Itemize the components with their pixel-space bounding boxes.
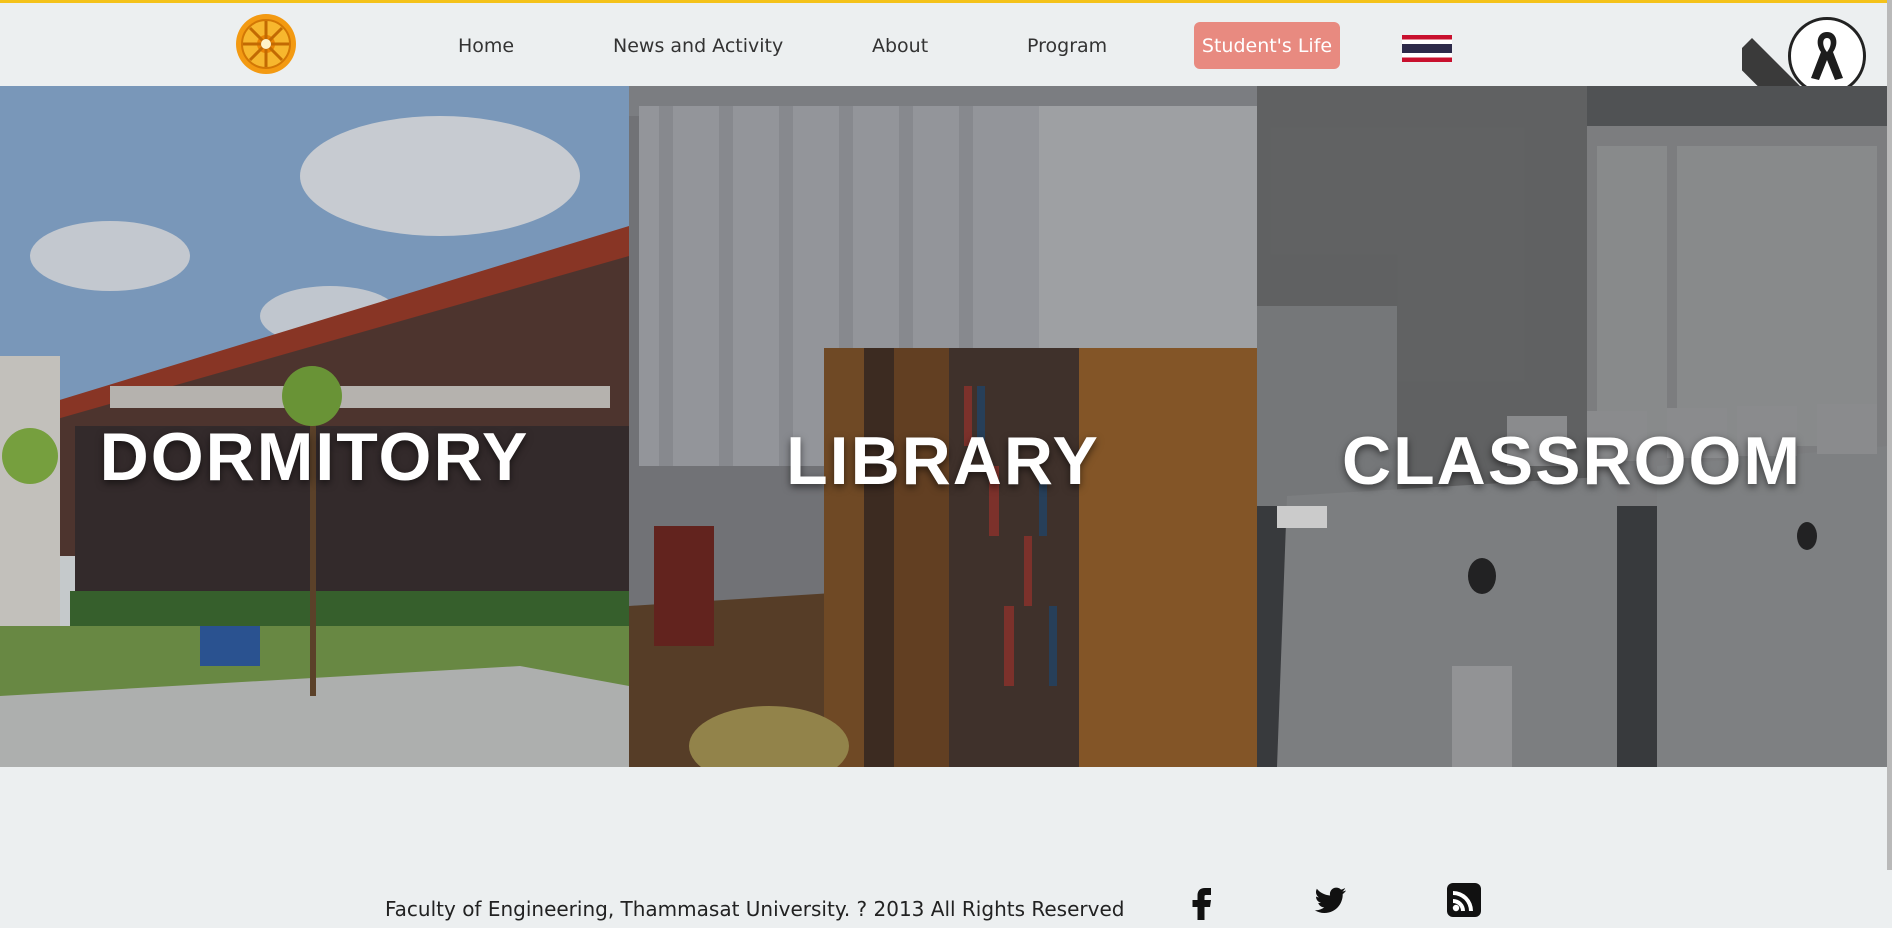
- thai-flag-icon[interactable]: [1402, 35, 1452, 62]
- top-navbar: Home News and Activity About Program Stu…: [0, 3, 1892, 86]
- nav-program[interactable]: Program: [1027, 35, 1107, 57]
- panel-label-library: LIBRARY: [786, 423, 1100, 499]
- panel-label-dormitory: DORMITORY: [99, 419, 530, 495]
- nav-students-life[interactable]: Student's Life: [1194, 22, 1340, 69]
- panel-dormitory[interactable]: DORMITORY: [0, 86, 629, 767]
- nav-news-activity[interactable]: News and Activity: [613, 35, 783, 57]
- black-ribbon-icon: [1788, 17, 1866, 95]
- panel-classroom[interactable]: CLASSROOM: [1257, 86, 1887, 767]
- page-scrollbar[interactable]: [1887, 0, 1892, 870]
- panel-library[interactable]: LIBRARY: [629, 86, 1257, 767]
- panel-label-classroom: CLASSROOM: [1342, 423, 1802, 499]
- nav-home[interactable]: Home: [458, 35, 514, 57]
- facebook-icon[interactable]: [1182, 880, 1222, 920]
- university-logo[interactable]: [235, 13, 297, 75]
- footer-copyright: Faculty of Engineering, Thammasat Univer…: [385, 897, 1125, 921]
- student-life-panels: DORMITORY LIBRARY CLASSROOM: [0, 86, 1887, 767]
- twitter-icon[interactable]: [1310, 880, 1350, 920]
- rss-icon[interactable]: [1444, 880, 1484, 920]
- nav-about[interactable]: About: [872, 35, 928, 57]
